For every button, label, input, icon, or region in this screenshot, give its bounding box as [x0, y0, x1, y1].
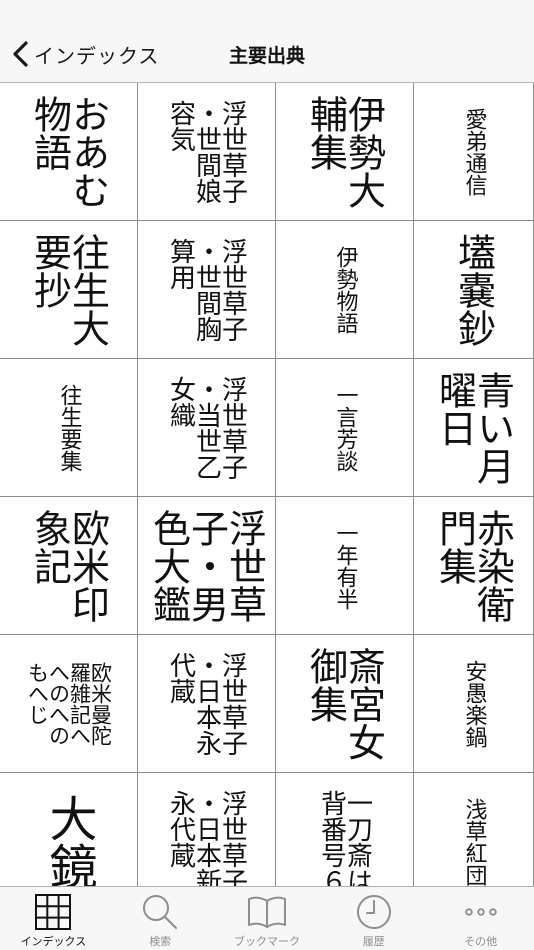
grid-row: 欧米印 象記 浮世草 子・男 色大鑑 一年有半 赤染衛 門集	[0, 497, 534, 635]
cell-label: 壒嚢鈔	[451, 232, 496, 347]
tab-label: インデックス	[20, 935, 87, 948]
grid-cell[interactable]: 浮世草子 ・世間娘 容気	[138, 83, 276, 221]
grid-icon	[35, 894, 72, 930]
grid-cell[interactable]: 欧米曼陀 羅雑記へ へのへの もへじ	[0, 635, 138, 773]
grid-cell[interactable]: 一年有半	[276, 497, 414, 635]
cell-label: 欧米印 象記	[27, 508, 110, 623]
tab-label: ブックマーク	[233, 935, 300, 948]
grid-cell[interactable]: 浮世草 子・男 色大鑑	[138, 497, 276, 635]
cell-label: 愛弟通信	[461, 107, 487, 196]
grid-row: 往生要集 浮世草子 ・当世乙 女織 一言芳談 青い月 曜日	[0, 359, 534, 497]
cell-label: 一言芳談	[332, 383, 358, 472]
clock-icon	[356, 895, 391, 929]
grid-cell[interactable]: 壒嚢鈔	[414, 221, 534, 359]
tab-bar: インデックス 検索 ブックマーク 履歴 その他	[0, 886, 534, 950]
grid-cell[interactable]: 欧米印 象記	[0, 497, 138, 635]
tab-bookmark[interactable]: ブックマーク	[214, 887, 321, 950]
more-icon	[464, 908, 497, 916]
grid-row: おあむ 物語 浮世草子 ・世間娘 容気 伊勢大 輔集 愛弟通信	[0, 83, 534, 221]
cell-label: 浮世草 子・男 色大鑑	[146, 508, 267, 623]
grid-cell[interactable]: 往生要集	[0, 359, 138, 497]
grid-cell[interactable]: 斎宮女 御集	[276, 635, 414, 773]
grid-cell[interactable]: 伊勢物語	[276, 221, 414, 359]
cell-label: 伊勢大 輔集	[303, 94, 386, 209]
grid-cell[interactable]: 一言芳談	[276, 359, 414, 497]
tab-label: 検索	[149, 935, 172, 948]
cell-label: 安愚楽鍋	[461, 659, 487, 748]
tab-search[interactable]: 検索	[107, 887, 214, 950]
grid-row: 大鏡 浮世草子 ・日本新 永代蔵 一刀斎は 背番号６ 浅草紅団	[0, 773, 534, 886]
tab-label: 履歴	[362, 935, 385, 948]
cell-label: 浮世草子 ・世間娘 容気	[165, 99, 248, 204]
grid-cell[interactable]: 浮世草子 ・日本新 永代蔵	[138, 773, 276, 886]
cell-label: 伊勢物語	[332, 245, 358, 334]
cell-label: 往生大 要抄	[27, 232, 110, 347]
grid-cell[interactable]: 往生大 要抄	[0, 221, 138, 359]
navigation-bar: インデックス 主要出典	[0, 0, 534, 83]
cell-label: 赤染衛 門集	[432, 508, 515, 623]
grid-cell[interactable]: 愛弟通信	[414, 83, 534, 221]
page-title: 主要出典	[228, 45, 305, 67]
cell-label: 往生要集	[56, 383, 82, 472]
grid-cell[interactable]: 安愚楽鍋	[414, 635, 534, 773]
search-icon	[143, 895, 178, 929]
tab-label: その他	[464, 935, 498, 948]
grid-cell[interactable]: おあむ 物語	[0, 83, 138, 221]
grid-row: 欧米曼陀 羅雑記へ へのへの もへじ 浮世草子 ・日本永 代蔵 斎宮女 御集 安…	[0, 635, 534, 773]
grid-cell[interactable]: 大鏡	[0, 773, 138, 886]
grid-cell[interactable]: 一刀斎は 背番号６	[276, 773, 414, 886]
cell-label: 大鏡	[40, 793, 97, 887]
cell-label: おあむ 物語	[27, 94, 110, 209]
cell-label: 欧米曼陀 羅雑記へ へのへの もへじ	[25, 661, 113, 746]
cell-label: 青い月 曜日	[432, 370, 515, 485]
book-icon	[247, 896, 286, 928]
cell-label: 一年有半	[332, 521, 358, 610]
grid-row: 往生大 要抄 浮世草子 ・世間胸 算用 伊勢物語 壒嚢鈔	[0, 221, 534, 359]
cell-label: 浅草紅団	[461, 797, 487, 886]
tab-history[interactable]: 履歴	[320, 887, 427, 950]
cell-label: 斎宮女 御集	[303, 646, 386, 761]
grid-cell[interactable]: 浮世草子 ・日本永 代蔵	[138, 635, 276, 773]
cell-label: 浮世草子 ・日本永 代蔵	[165, 651, 248, 756]
cell-label: 浮世草子 ・当世乙 女織	[165, 375, 248, 480]
grid-cell[interactable]: 浮世草子 ・世間胸 算用	[138, 221, 276, 359]
cell-label: 浮世草子 ・日本新 永代蔵	[165, 789, 248, 887]
grid-cell[interactable]: 青い月 曜日	[414, 359, 534, 497]
grid-cell[interactable]: 赤染衛 門集	[414, 497, 534, 635]
grid-cell[interactable]: 浮世草子 ・当世乙 女織	[138, 359, 276, 497]
tab-more[interactable]: その他	[427, 887, 534, 950]
tab-index[interactable]: インデックス	[0, 887, 107, 950]
cell-label: 一刀斎は 背番号６	[316, 789, 373, 887]
grid-cell[interactable]: 浅草紅団	[414, 773, 534, 886]
cell-label: 浮世草子 ・世間胸 算用	[165, 237, 248, 342]
grid-cell[interactable]: 伊勢大 輔集	[276, 83, 414, 221]
index-grid: おあむ 物語 浮世草子 ・世間娘 容気 伊勢大 輔集 愛弟通信 往生大 要抄 浮…	[0, 83, 534, 886]
